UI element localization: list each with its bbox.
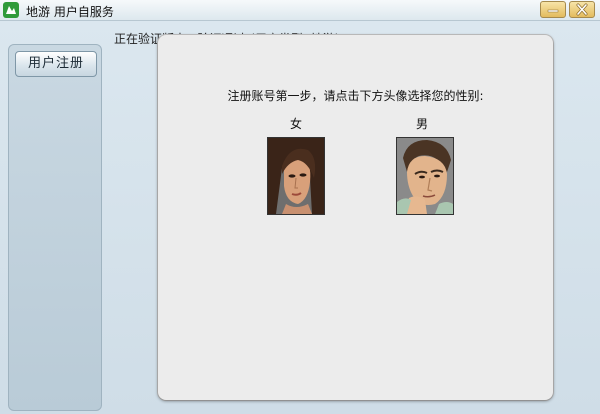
female-label: 女 xyxy=(289,117,302,131)
gender-select-dialog: 注册账号第一步，请点击下方头像选择您的性别: 女 男 xyxy=(158,35,553,400)
male-avatar-button[interactable] xyxy=(396,137,454,215)
sidebar-item-user-register[interactable]: 用户注册 xyxy=(15,51,97,77)
female-avatar-button[interactable] xyxy=(267,137,325,215)
close-icon xyxy=(576,3,588,16)
dialog-prompt: 注册账号第一步，请点击下方头像选择您的性别: xyxy=(227,89,484,103)
male-label: 男 xyxy=(415,117,428,131)
close-button[interactable] xyxy=(569,1,595,18)
minimize-button[interactable] xyxy=(540,1,566,18)
sidebar: 用户注册 xyxy=(8,44,102,411)
minimize-icon xyxy=(547,9,559,13)
window-title: 地游 用户自服务 xyxy=(26,5,114,19)
female-avatar-icon xyxy=(268,138,324,214)
app-logo-icon xyxy=(3,2,19,18)
male-avatar-icon xyxy=(397,138,453,214)
main-window: 用户注册 正在验证版本...验证通过!(用户类型: 地游) 注册账号第一步，请点… xyxy=(0,21,600,414)
title-bar: 地游 用户自服务 xyxy=(0,0,600,21)
